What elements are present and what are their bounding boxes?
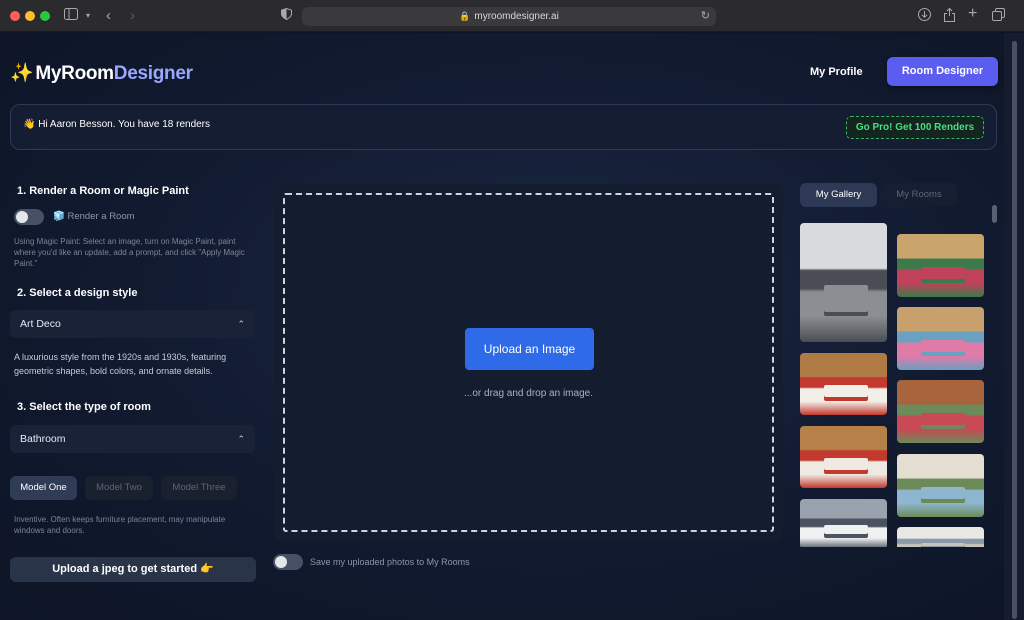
forward-arrow-icon[interactable]: › — [130, 8, 135, 24]
drag-drop-hint: ...or drag and drop an image. — [464, 388, 593, 399]
download-icon[interactable] — [918, 8, 931, 25]
url-text: myroomdesigner.ai — [474, 11, 559, 22]
thumb-detail — [824, 525, 868, 538]
room-type-value: Bathroom — [20, 433, 66, 445]
chevron-up-icon: ⌃ — [237, 434, 245, 444]
minimize-window-icon[interactable] — [25, 11, 35, 21]
thumb-detail — [921, 412, 965, 430]
upload-image-button[interactable]: Upload an Image — [465, 328, 594, 370]
maximize-window-icon[interactable] — [40, 11, 50, 21]
new-tab-icon[interactable]: + — [968, 6, 977, 22]
gallery-bright-room[interactable] — [897, 527, 984, 547]
upload-panel: Upload an Image ...or drag and drop an i… — [274, 184, 783, 541]
gallery-wood-bedroom-2[interactable] — [800, 426, 887, 488]
model-two-tab[interactable]: Model Two — [85, 476, 153, 500]
step1-title: 1. Render a Room or Magic Paint — [17, 185, 189, 197]
page-content: ✨ MyRoomDesigner My Profile Room Designer… — [0, 33, 1004, 620]
room-designer-button[interactable]: Room Designer — [887, 57, 998, 86]
step3-title: 3. Select the type of room — [17, 401, 151, 413]
toggle-knob — [16, 211, 28, 223]
sparkles-icon: ✨ — [10, 63, 34, 84]
gallery-grid — [796, 219, 992, 547]
tab-my-rooms[interactable]: My Rooms — [881, 183, 957, 207]
gallery-wood-bedroom-1[interactable] — [800, 353, 887, 415]
gallery-light-bedroom[interactable] — [897, 454, 984, 517]
reload-icon[interactable]: ↻ — [701, 7, 710, 26]
privacy-shield-icon[interactable] — [281, 7, 292, 24]
design-style-select[interactable]: Art Deco ⌃ — [10, 310, 255, 338]
render-mode-toggle[interactable] — [14, 209, 44, 225]
image-dropzone[interactable]: Upload an Image ...or drag and drop an i… — [283, 193, 774, 532]
go-pro-button[interactable]: Go Pro! Get 100 Renders — [846, 116, 984, 139]
gallery-red-bedroom[interactable] — [897, 380, 984, 443]
logo-text-part1: MyRoom — [35, 63, 114, 84]
gallery-scrollbar[interactable] — [992, 205, 997, 223]
thumb-detail — [824, 284, 868, 316]
design-style-value: Art Deco — [20, 318, 61, 330]
page-scrollbar[interactable] — [1004, 33, 1024, 620]
address-bar[interactable]: 🔒 myroomdesigner.ai ↻ — [302, 7, 716, 26]
thumb-detail — [921, 266, 965, 284]
my-profile-link[interactable]: My Profile — [810, 65, 863, 79]
thumb-detail — [921, 486, 965, 504]
chevron-up-icon: ⌃ — [237, 319, 245, 329]
gallery-colorful-bedroom-2[interactable] — [897, 307, 984, 370]
gallery-bathroom-render[interactable] — [800, 223, 887, 342]
thumb-detail — [921, 542, 965, 547]
render-room-label: 🧊 Render a Room — [53, 211, 135, 222]
model-description: Inventive. Often keeps furniture placeme… — [14, 515, 226, 535]
page-scrollbar-thumb[interactable] — [1012, 41, 1017, 619]
welcome-banner: 👋 Hi Aaron Besson. You have 18 renders G… — [10, 104, 997, 150]
chevron-down-icon[interactable]: ▾ — [86, 8, 90, 24]
model-one-tab[interactable]: Model One — [10, 476, 77, 500]
sidebar-toggle-icon[interactable] — [64, 8, 78, 24]
thumb-detail — [824, 385, 868, 402]
gallery-window-room[interactable] — [800, 499, 887, 547]
save-photos-label: Save my uploaded photos to My Rooms — [310, 557, 470, 567]
step2-title: 2. Select a design style — [17, 287, 138, 299]
magic-paint-help: Using Magic Paint: Select an image, turn… — [14, 237, 245, 268]
tab-my-gallery[interactable]: My Gallery — [800, 183, 877, 207]
gallery-colorful-bedroom-1[interactable] — [897, 234, 984, 297]
site-logo[interactable]: ✨ MyRoomDesigner — [10, 61, 193, 85]
browser-toolbar: ▾ ‹ › 🔒 myroomdesigner.ai ↻ + — [0, 0, 1024, 32]
design-style-description: A luxurious style from the 1920s and 193… — [14, 352, 227, 376]
room-type-select[interactable]: Bathroom ⌃ — [10, 425, 255, 453]
thumb-detail — [921, 339, 965, 357]
lock-icon: 🔒 — [459, 11, 471, 21]
toggle-knob — [275, 556, 287, 568]
close-window-icon[interactable] — [10, 11, 20, 21]
thumb-detail — [824, 458, 868, 475]
model-three-tab[interactable]: Model Three — [161, 476, 237, 500]
tab-overview-icon[interactable] — [992, 8, 1005, 25]
greeting-text: 👋 Hi Aaron Besson. You have 18 renders — [23, 119, 211, 130]
back-arrow-icon[interactable]: ‹ — [106, 8, 111, 24]
logo-text-part2: Designer — [113, 63, 193, 84]
save-photos-toggle[interactable] — [273, 554, 303, 570]
share-icon[interactable] — [944, 7, 955, 26]
upload-jpeg-button[interactable]: Upload a jpeg to get started 👉 — [10, 557, 256, 582]
